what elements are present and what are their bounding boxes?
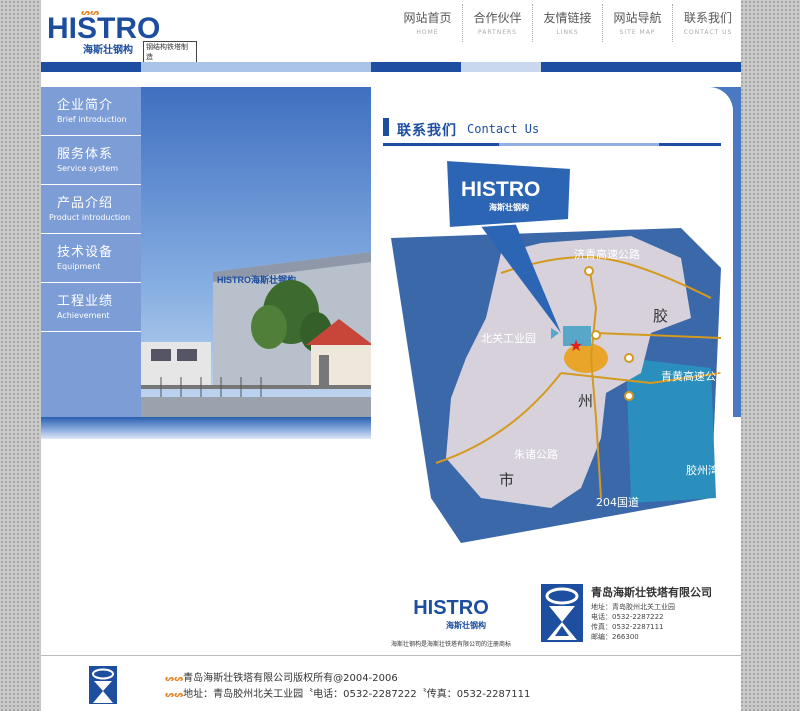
map-callout-word: HISTRO: [461, 178, 540, 201]
menu-achievement-en: Achievement: [57, 311, 110, 320]
label-jiqing: 济青高速公路: [574, 247, 640, 261]
contact-title-cn: 联系我们: [397, 123, 457, 139]
menu-item-brief[interactable]: 企业简介 Brief introduction: [41, 87, 141, 136]
nav-contact-en: CONTACT US: [683, 29, 733, 36]
company-fax: 传真：0532-2287111: [591, 623, 664, 631]
nav-home[interactable]: 网站首页 HOME: [393, 4, 463, 42]
menu-item-equipment[interactable]: 技术设备 Equipment: [41, 234, 141, 283]
menu-achievement-label: 工程业绩: [57, 294, 114, 309]
side-menu: 企业简介 Brief introduction 服务体系 Service sys…: [41, 87, 141, 417]
menu-equipment-en: Equipment: [57, 262, 101, 271]
menu-brief-label: 企业简介: [57, 98, 114, 113]
top-nav: 网站首页 HOME 合作伙伴 PARTNERS 友情链接 LINKS 网站导航 …: [393, 4, 743, 44]
menu-item-service[interactable]: 服务体系 Service system: [41, 136, 141, 185]
contact-title-en: Contact Us: [467, 122, 540, 136]
label-jiao: 胶: [653, 307, 668, 325]
label-zhuzhu: 朱诸公路: [514, 448, 558, 461]
label-guodao: 204国道: [596, 495, 639, 509]
label-zhou: 州: [578, 392, 593, 410]
nav-partners-label: 合作伙伴: [473, 11, 522, 25]
company-address: 地址：青岛胶州北关工业园: [591, 603, 675, 611]
company-phone: 电话：0532-2287222: [591, 613, 664, 621]
factory-photo-illustration: HISTRO海斯壮钢构: [141, 87, 371, 417]
brand-word: HISTRO: [413, 597, 489, 619]
lower-band: [41, 417, 371, 439]
map-callout-cn: 海斯壮钢构: [489, 202, 529, 212]
heading-marker-icon: [383, 118, 389, 136]
footer-text: ᔕᔕ青岛海斯壮铁塔有限公司版权所有@2004-2006 ᔕᔕ地址：青岛胶州北关工…: [165, 671, 530, 703]
company-postcode: 邮编：266300: [591, 633, 639, 641]
nav-contact-label: 联系我们: [683, 11, 732, 25]
menu-service-en: Service system: [57, 164, 119, 173]
label-shi: 市: [499, 471, 514, 489]
nav-home-en: HOME: [416, 29, 439, 36]
nav-sitemap-en: SITE MAP: [619, 29, 656, 36]
header-bar: [41, 62, 741, 72]
nav-sitemap[interactable]: 网站导航 SITE MAP: [603, 4, 673, 42]
location-map: HISTRO 海斯壮钢构 ★ 济青高速公路 北关工业园 青黄高速公路 朱诸公路 …: [391, 158, 727, 548]
menu-equipment-label: 技术设备: [57, 245, 114, 260]
page: ᔕᔕ HISTRO 海斯壮钢构 钢结构铁塔制造 网站首页 HOME 合作伙伴 P…: [41, 0, 741, 711]
location-map-svg: HISTRO 海斯壮钢构 ★ 济青高速公路 北关工业园 青黄高速公路 朱诸公路 …: [391, 158, 727, 543]
footer-divider: [41, 655, 741, 656]
label-qinghuang: 青黄高速公路: [661, 369, 721, 383]
nav-links-en: LINKS: [556, 29, 579, 36]
label-beiguan: 北关工业园: [481, 331, 536, 345]
location-star-icon: ★: [569, 336, 583, 355]
logo-cn: 海斯壮钢构: [83, 45, 133, 56]
heading-underline-accent: [499, 143, 659, 146]
nav-partners-en: PARTNERS: [478, 29, 517, 36]
footer-contact: 地址：青岛胶州北关工业园〝电话：0532-2287222〝传真：0532-228…: [183, 689, 531, 700]
brand-cn: 海斯壮钢构: [446, 621, 486, 630]
header-bar-highlight: [141, 62, 371, 72]
footer-bullet-icon: ᔕᔕ: [165, 674, 184, 683]
nav-partners[interactable]: 合作伙伴 PARTNERS: [463, 4, 533, 42]
trademark-note: 海斯壮钢构是海斯壮铁塔有限公司的注册商标: [390, 641, 511, 648]
label-bay: 胶州湾: [686, 463, 719, 477]
header-bar-highlight-2: [461, 62, 541, 72]
company-emblem-icon: [541, 584, 583, 642]
company-name: 青岛海斯壮铁塔有限公司: [591, 586, 712, 599]
nav-contact[interactable]: 联系我们 CONTACT US: [673, 4, 743, 42]
menu-item-achievement[interactable]: 工程业绩 Achievement: [41, 283, 141, 332]
company-info: 青岛海斯壮铁塔有限公司 地址：青岛胶州北关工业园 电话：0532-2287222…: [591, 584, 741, 642]
menu-product-label: 产品介绍: [57, 196, 114, 211]
nav-home-label: 网站首页: [403, 11, 452, 25]
nav-links[interactable]: 友情链接 LINKS: [533, 4, 603, 42]
footer-bullet-icon: ᔕᔕ: [165, 690, 184, 699]
menu-product-en: Product introduction: [49, 213, 131, 222]
site-logo[interactable]: ᔕᔕ HISTRO 海斯壮钢构 钢结构铁塔制造: [47, 8, 197, 63]
nav-links-label: 友情链接: [543, 11, 592, 25]
footer-emblem-icon: [89, 666, 117, 704]
menu-service-label: 服务体系: [57, 147, 114, 162]
menu-brief-en: Brief introduction: [57, 115, 127, 124]
factory-photo: HISTRO海斯壮钢构: [141, 87, 371, 417]
logo-tagline: 钢结构铁塔制造: [143, 41, 197, 63]
nav-sitemap-label: 网站导航: [613, 11, 662, 25]
menu-item-product[interactable]: 产品介绍 Product introduction: [41, 185, 141, 234]
footer-copyright: 青岛海斯壮铁塔有限公司版权所有@2004-2006: [183, 673, 398, 684]
brand-block: HISTRO 海斯壮钢构 海斯壮钢构是海斯壮铁塔有限公司的注册商标: [376, 595, 526, 648]
